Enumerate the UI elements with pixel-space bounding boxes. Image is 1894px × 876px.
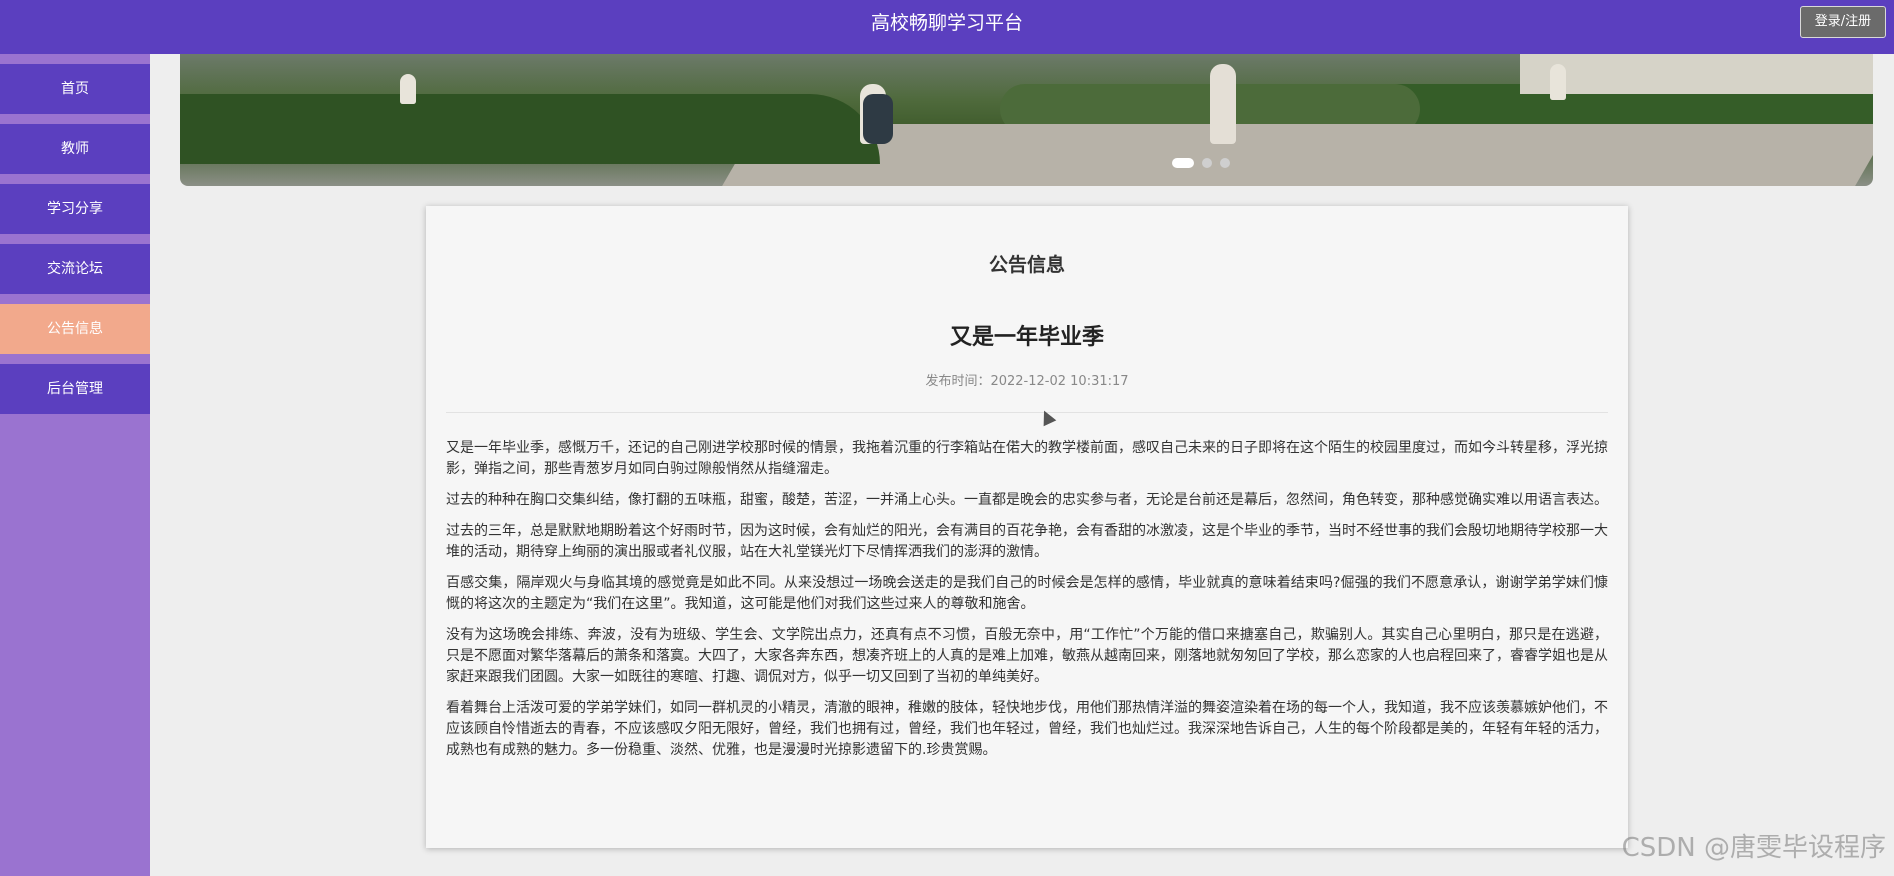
top-header: 高校畅聊学习平台 登录/注册 — [0, 0, 1894, 54]
notice-paragraph: 过去的种种在胸口交集纠结，像打翻的五味瓶，甜蜜，酸楚，苦涩，一并涌上心头。一直都… — [446, 492, 1608, 508]
banner-person-backpack — [863, 94, 893, 144]
sidebar-item-home[interactable]: 首页 — [0, 64, 150, 114]
login-register-button[interactable]: 登录/注册 — [1800, 6, 1886, 38]
banner-carousel[interactable] — [180, 54, 1873, 186]
banner-building — [1520, 54, 1873, 94]
site-title: 高校畅聊学习平台 — [870, 12, 1023, 34]
notice-paragraph: 百感交集，隔岸观火与身临其境的感觉竟是如此不同。从来没想过一场晚会送走的是我们自… — [446, 575, 1608, 612]
publish-time-value: 2022-12-02 10:31:17 — [990, 374, 1129, 389]
notice-detail-card: 公告信息 又是一年毕业季 发布时间：2022-12-02 10:31:17 又是… — [426, 206, 1628, 848]
carousel-dot[interactable] — [1172, 158, 1194, 168]
csdn-watermark: CSDN @唐雯毕设程序 — [1621, 833, 1886, 863]
sidebar-item-announcements[interactable]: 公告信息 — [0, 304, 150, 354]
section-title: 公告信息 — [988, 254, 1065, 276]
sidebar-item-admin[interactable]: 后台管理 — [0, 364, 150, 414]
divider — [446, 412, 1608, 413]
notice-paragraph: 过去的三年，总是默默地期盼着这个好雨时节，因为这时候，会有灿烂的阳光，会有满目的… — [446, 523, 1608, 560]
sidebar-item-forum[interactable]: 交流论坛 — [0, 244, 150, 294]
banner-person — [1550, 64, 1566, 100]
sidebar-item-teachers[interactable]: 教师 — [0, 124, 150, 174]
notice-paragraph: 看着舞台上活泼可爱的学弟学妹们，如同一群机灵的小精灵，清澈的眼神，稚嫩的肢体，轻… — [446, 700, 1608, 758]
notice-paragraph: 又是一年毕业季，感慨万千，还记的自己刚进学校那时候的情景，我拖着沉重的行李箱站在… — [446, 440, 1608, 477]
notice-body: 又是一年毕业季，感慨万千，还记的自己刚进学校那时候的情景，我拖着沉重的行李箱站在… — [446, 438, 1608, 771]
publish-time: 发布时间：2022-12-02 10:31:17 — [426, 370, 1628, 389]
carousel-dot[interactable] — [1220, 158, 1230, 168]
notice-title: 又是一年毕业季 — [949, 325, 1104, 350]
notice-paragraph: 没有为这场晚会排练、奔波，没有为班级、学生会、文学院出点力，还真有点不习惯，百般… — [446, 627, 1608, 685]
sidebar-nav: 首页 教师 学习分享 交流论坛 公告信息 后台管理 — [0, 54, 150, 876]
publish-time-label: 发布时间： — [925, 374, 991, 389]
banner-person — [1210, 64, 1236, 144]
sidebar-item-learning-share[interactable]: 学习分享 — [0, 184, 150, 234]
banner-hedge — [180, 94, 880, 164]
carousel-indicators — [1172, 158, 1230, 168]
banner-path — [722, 124, 1873, 186]
banner-person — [400, 74, 416, 104]
carousel-dot[interactable] — [1202, 158, 1212, 168]
